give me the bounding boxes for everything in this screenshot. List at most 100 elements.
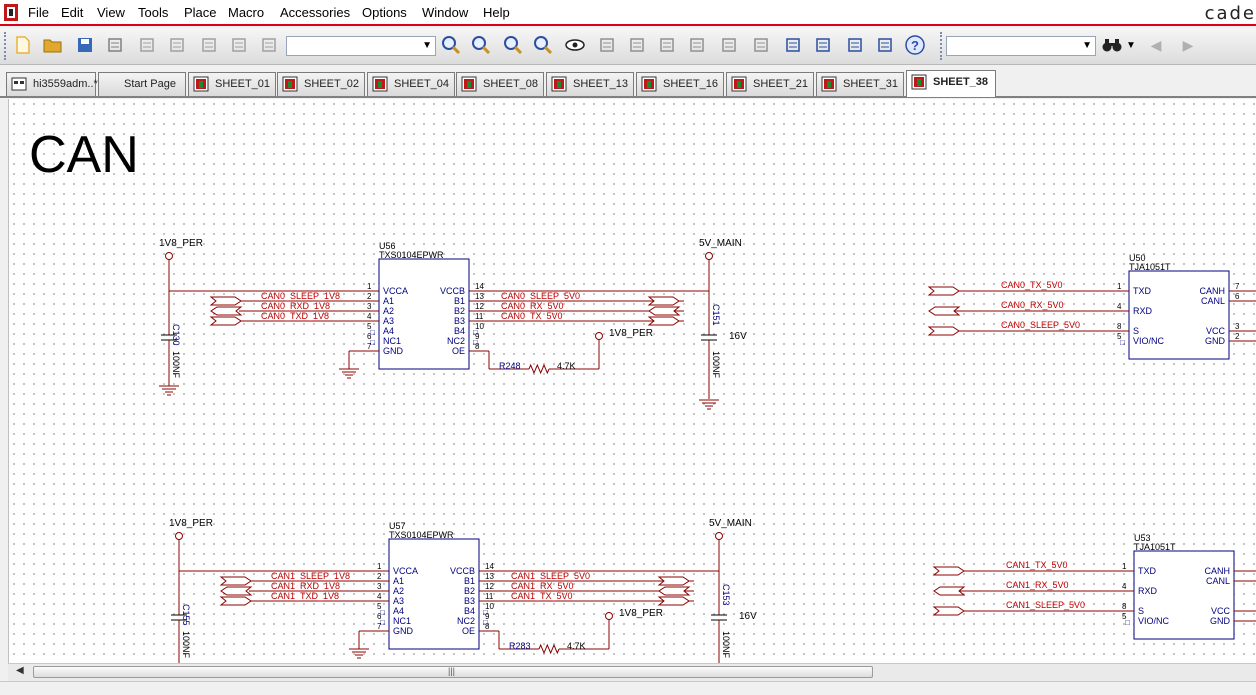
pin-number: 4 xyxy=(1122,582,1127,591)
pin-number: 2 xyxy=(367,292,372,301)
cross-ref-icon[interactable] xyxy=(718,34,740,56)
menu-place[interactable]: Place xyxy=(184,5,217,20)
menu-window[interactable]: Window xyxy=(422,5,468,20)
part-icon[interactable] xyxy=(844,34,866,56)
zoom-area-icon[interactable] xyxy=(502,34,524,56)
tab-sheet-13[interactable]: SHEET_13 xyxy=(546,72,634,96)
menu-accessories[interactable]: Accessories xyxy=(280,5,350,20)
pin-number: 3 xyxy=(377,582,382,591)
zoom-out-icon[interactable] xyxy=(470,34,492,56)
power-symbol xyxy=(595,332,603,340)
menu-file[interactable]: File xyxy=(28,5,49,20)
print-icon[interactable] xyxy=(104,34,126,56)
menu-tools[interactable]: Tools xyxy=(138,5,168,20)
schematic-drawing[interactable]: CAN 1V8_PERC130100NF5V_MAINC151100NF16VU… xyxy=(9,99,1256,663)
menu-edit[interactable]: Edit xyxy=(61,5,83,20)
open-icon[interactable] xyxy=(42,34,64,56)
schematic-page-icon xyxy=(461,76,477,92)
no-connect-mark: □ xyxy=(1125,618,1130,627)
cut-icon[interactable] xyxy=(136,34,158,56)
net-label: CAN1_SLEEP_1V8 xyxy=(271,571,350,581)
zoom-in-icon[interactable] xyxy=(440,34,462,56)
menu-options[interactable]: Options xyxy=(362,5,407,20)
pin-name: B2 xyxy=(464,586,475,596)
zoom-all-icon[interactable] xyxy=(532,34,554,56)
offpage-port-can0_rxd_1v8 xyxy=(210,306,243,316)
next-icon[interactable]: ▶ xyxy=(1177,34,1199,56)
prev-icon[interactable]: ◀ xyxy=(1145,34,1167,56)
part-combo[interactable]: ▼ xyxy=(286,36,436,56)
power-symbol xyxy=(605,612,613,620)
menu-macro[interactable]: Macro xyxy=(228,5,264,20)
scrollbar-thumb[interactable]: ||| xyxy=(33,666,873,678)
toolbar-grip-2[interactable] xyxy=(940,32,945,60)
annotate-icon[interactable] xyxy=(596,34,618,56)
pin-name: S xyxy=(1138,606,1144,616)
schematic-page-icon xyxy=(821,76,837,92)
tab-sheet-02[interactable]: SHEET_02 xyxy=(277,72,365,96)
paste-icon[interactable] xyxy=(198,34,220,56)
bom-icon[interactable] xyxy=(686,34,708,56)
redo-icon[interactable] xyxy=(258,34,280,56)
tab-start-page[interactable]: Start Page xyxy=(98,72,186,96)
find-dropdown-icon[interactable]: ▼ xyxy=(1124,34,1138,56)
net-label: CAN1_RX_5V0 xyxy=(1006,580,1069,590)
menu-view[interactable]: View xyxy=(97,5,125,20)
tab-sheet-16[interactable]: SHEET_16 xyxy=(636,72,724,96)
new-icon[interactable] xyxy=(12,34,34,56)
no-connect-mark: □ xyxy=(483,608,488,617)
hierarchy-icon[interactable] xyxy=(874,34,896,56)
library-icon[interactable] xyxy=(812,34,834,56)
tab-sheet-01[interactable]: SHEET_01 xyxy=(188,72,276,96)
tab-sheet-38[interactable]: SHEET_38 xyxy=(906,70,996,97)
offpage-port-can0_txd_1v8 xyxy=(209,316,242,326)
pin-name: B4 xyxy=(464,606,475,616)
save-icon[interactable] xyxy=(74,34,96,56)
pin-name: A4 xyxy=(393,606,404,616)
net-label: CAN0_TX_5V0 xyxy=(1001,280,1063,290)
search-combo[interactable]: ▼ xyxy=(946,36,1096,56)
pin-number: 3 xyxy=(367,302,372,311)
toolbar-grip[interactable] xyxy=(4,32,9,60)
pin-name: GND xyxy=(383,346,404,356)
project-icon[interactable] xyxy=(782,34,804,56)
eye-icon[interactable] xyxy=(564,34,586,56)
cap-value-label: 100NF xyxy=(721,631,731,659)
no-connect-mark: □ xyxy=(370,338,375,347)
tab-sheet-04[interactable]: SHEET_04 xyxy=(367,72,455,96)
pin-name: B3 xyxy=(464,596,475,606)
scroll-left-arrow[interactable]: ◀ xyxy=(16,665,24,676)
help-icon[interactable]: ? xyxy=(904,34,926,56)
drc-icon[interactable] xyxy=(656,34,678,56)
pin-name: B3 xyxy=(454,316,465,326)
undo-icon[interactable] xyxy=(228,34,250,56)
menu-help[interactable]: Help xyxy=(483,5,510,20)
chevron-down-icon: ▼ xyxy=(422,40,432,51)
power-symbol xyxy=(715,532,723,540)
pin-name: B4 xyxy=(454,326,465,336)
pin-number: 13 xyxy=(485,572,494,581)
pin-name: VCC xyxy=(1211,606,1231,616)
tab-hi3559adm[interactable]: hi3559adm..* xyxy=(6,72,98,96)
net-label: CAN1_RXD_1V8 xyxy=(271,581,340,591)
pin-name: OE xyxy=(452,346,465,356)
resistor-value-label: 4.7K xyxy=(557,361,576,371)
offpage-port-can0_rx_5v0 xyxy=(928,306,961,316)
binoculars-icon[interactable] xyxy=(1101,34,1123,56)
tab-sheet-31[interactable]: SHEET_31 xyxy=(816,72,904,96)
cap-voltage-label: 16V xyxy=(739,611,757,622)
copy-icon[interactable] xyxy=(166,34,188,56)
tab-sheet-21[interactable]: SHEET_21 xyxy=(726,72,814,96)
offpage-port-can0_sleep_1v8 xyxy=(209,296,242,306)
pin-number: 14 xyxy=(485,562,494,571)
schematic-page-icon xyxy=(641,76,657,92)
schematic-canvas[interactable]: CAN 1V8_PER C130 100NF 5V_MAIN C151 100NF 16V U… xyxy=(8,99,1256,663)
ic-part-label: TJA1051T xyxy=(1134,542,1176,552)
schematic-page-icon xyxy=(911,74,927,90)
netlist-icon[interactable] xyxy=(626,34,648,56)
power-symbol xyxy=(175,532,183,540)
tab-sheet-08[interactable]: SHEET_08 xyxy=(456,72,544,96)
horizontal-scrollbar[interactable]: ◀ ||| xyxy=(8,663,1256,681)
pin-name: GND xyxy=(1210,616,1231,626)
report-icon[interactable] xyxy=(750,34,772,56)
